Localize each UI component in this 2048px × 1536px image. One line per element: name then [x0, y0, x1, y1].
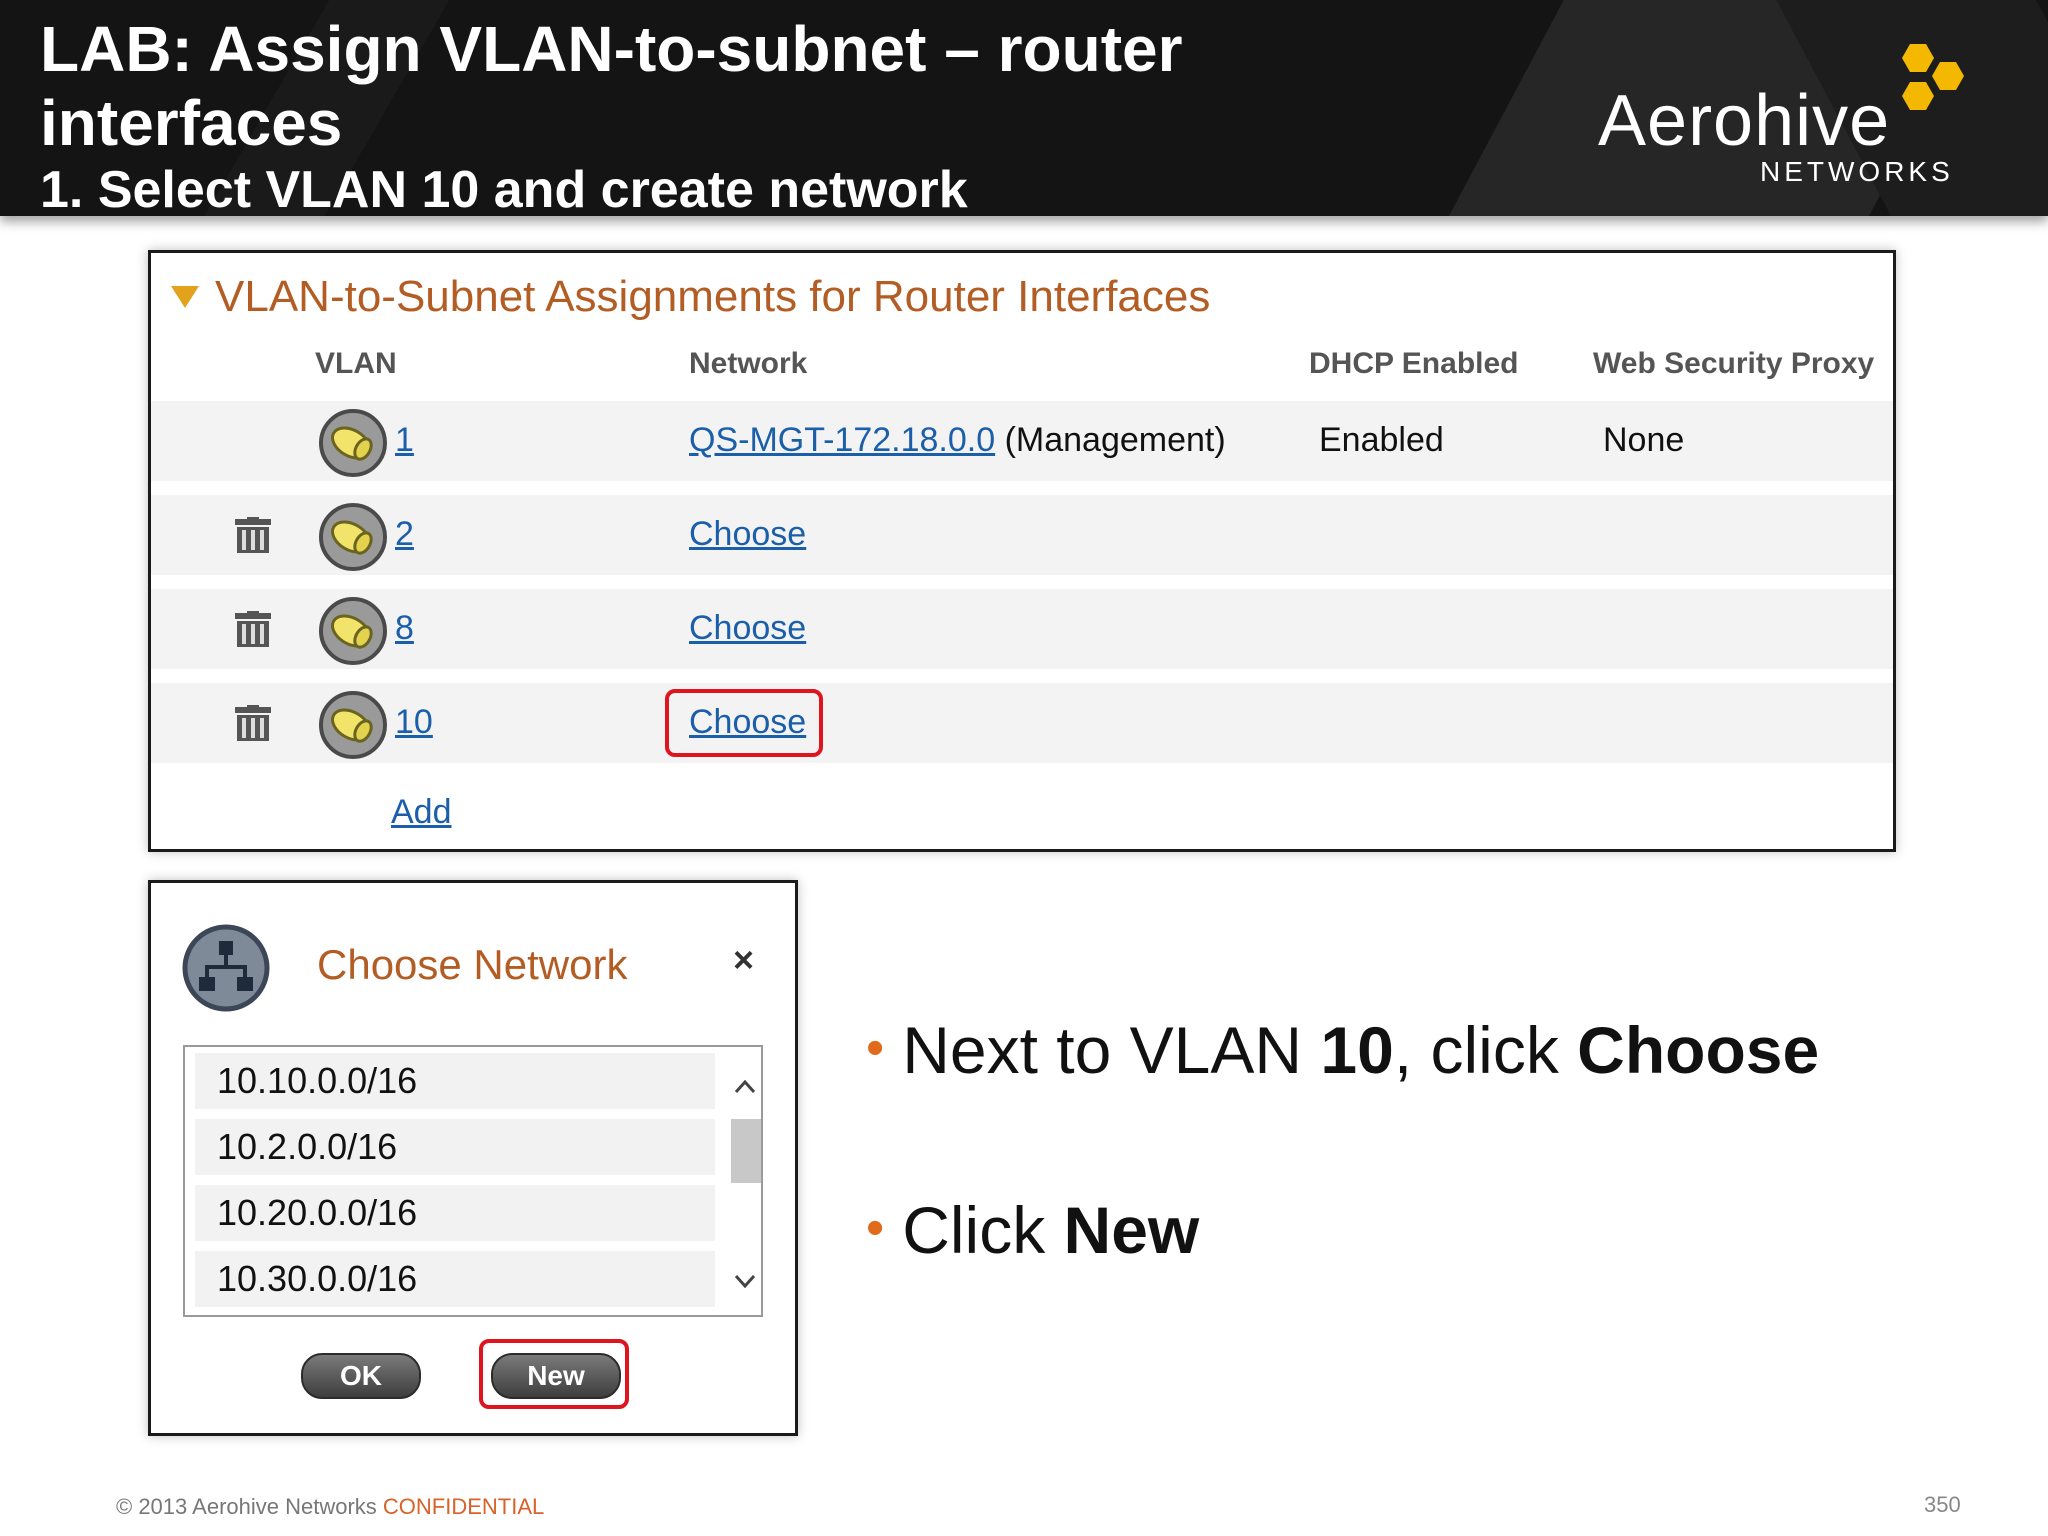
- table-row: 1 QS-MGT-172.18.0.0 (Management) Enabled…: [151, 401, 1893, 481]
- bullet-bold: New: [1063, 1193, 1200, 1267]
- vlan-id-link[interactable]: 2: [395, 515, 414, 554]
- table-row: 10 Choose: [151, 683, 1893, 763]
- trash-icon[interactable]: [233, 611, 273, 649]
- network-link[interactable]: QS-MGT-172.18.0.0: [689, 421, 995, 459]
- slide-title-line1: LAB: Assign VLAN-to-subnet – router: [40, 13, 1183, 85]
- column-header-vlan: VLAN: [315, 347, 397, 380]
- bullet-bold: Choose: [1577, 1013, 1820, 1087]
- network-listbox[interactable]: 10.10.0.0/16 10.2.0.0/16 10.20.0.0/16 10…: [183, 1045, 763, 1317]
- choose-network-link[interactable]: Choose: [689, 515, 806, 553]
- scrollbar-thumb[interactable]: [731, 1119, 761, 1183]
- dhcp-value: Enabled: [1319, 421, 1444, 459]
- table-row: 8 Choose: [151, 589, 1893, 669]
- trash-icon[interactable]: [233, 517, 273, 555]
- logo-wordmark: Aerohive: [1598, 81, 1891, 161]
- proxy-value: None: [1603, 421, 1685, 459]
- highlight-box: [665, 689, 823, 757]
- logo-subtext: NETWORKS: [1760, 156, 1954, 187]
- bullet-dot: •: [866, 1019, 885, 1077]
- network-topology-icon: [182, 924, 270, 1012]
- choose-network-dialog: Choose Network × 10.10.0.0/16 10.2.0.0/1…: [148, 880, 798, 1436]
- vlan-id-link[interactable]: 10: [395, 703, 433, 742]
- vlan-icon: [319, 691, 387, 759]
- dialog-title: Choose Network: [317, 941, 628, 988]
- add-vlan-link[interactable]: Add: [391, 793, 452, 832]
- column-header-network: Network: [689, 347, 808, 380]
- ok-button[interactable]: OK: [301, 1353, 421, 1399]
- list-item[interactable]: 10.10.0.0/16: [195, 1053, 715, 1109]
- network-cell: Choose: [689, 609, 806, 648]
- highlight-box: [479, 1339, 629, 1409]
- list-item[interactable]: 10.2.0.0/16: [195, 1119, 715, 1175]
- aerohive-logo-icon: [1902, 44, 1964, 110]
- network-cell: QS-MGT-172.18.0.0 (Management): [689, 421, 1226, 460]
- vlan-icon: [319, 503, 387, 571]
- column-header-dhcp: DHCP Enabled: [1309, 347, 1519, 380]
- bullet-text: Click: [902, 1193, 1064, 1267]
- vlan-icon: [319, 409, 387, 477]
- network-suffix: (Management): [995, 421, 1226, 459]
- vlan-icon: [319, 597, 387, 665]
- network-cell: Choose: [689, 515, 806, 554]
- copyright-text: © 2013 Aerohive Networks: [116, 1494, 383, 1519]
- bullet-text: Next to VLAN: [902, 1013, 1321, 1087]
- list-item[interactable]: 10.20.0.0/16: [195, 1185, 715, 1241]
- chevron-down-icon[interactable]: [733, 1273, 757, 1291]
- instruction-bullet-2: • Click New: [866, 1192, 1199, 1268]
- confidential-label: CONFIDENTIAL: [382, 1494, 545, 1519]
- slide-subtitle: 1. Select VLAN 10 and create network: [40, 161, 968, 216]
- close-icon[interactable]: ×: [733, 939, 754, 981]
- vlan-id-link[interactable]: 8: [395, 609, 414, 648]
- section-title: VLAN-to-Subnet Assignments for Router In…: [215, 272, 1211, 321]
- bullet-bold: 10: [1320, 1013, 1394, 1087]
- page-number: 350: [1924, 1492, 1961, 1517]
- vlan-subnet-panel: VLAN-to-Subnet Assignments for Router In…: [148, 250, 1896, 852]
- instruction-bullet-1: • Next to VLAN 10, click Choose: [866, 1012, 1819, 1088]
- trash-icon[interactable]: [233, 705, 273, 743]
- collapse-triangle-icon[interactable]: [171, 286, 199, 308]
- slide-header: LAB: Assign VLAN-to-subnet – router inte…: [0, 0, 2048, 216]
- footer-copyright: © 2013 Aerohive Networks CONFIDENTIAL: [116, 1494, 544, 1520]
- list-item[interactable]: 10.30.0.0/16: [195, 1251, 715, 1307]
- column-header-proxy: Web Security Proxy: [1593, 347, 1875, 380]
- bullet-dot: •: [866, 1199, 885, 1257]
- choose-network-link[interactable]: Choose: [689, 609, 806, 647]
- table-row: 2 Choose: [151, 495, 1893, 575]
- bullet-text: , click: [1393, 1013, 1578, 1087]
- slide-title-line2: interfaces: [40, 87, 343, 159]
- listbox-scrollbar[interactable]: [725, 1047, 761, 1315]
- chevron-up-icon[interactable]: [733, 1077, 757, 1095]
- section-header[interactable]: VLAN-to-Subnet Assignments for Router In…: [171, 267, 1210, 327]
- vlan-id-link[interactable]: 1: [395, 421, 414, 460]
